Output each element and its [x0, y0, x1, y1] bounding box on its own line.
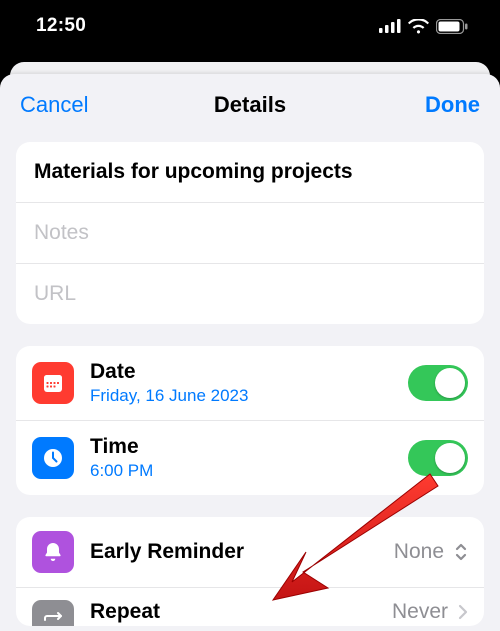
status-right	[379, 19, 468, 34]
chevron-right-icon	[458, 604, 468, 620]
bell-icon	[32, 531, 74, 573]
updown-chevron-icon	[454, 542, 468, 562]
time-row[interactable]: Time 6:00 PM	[16, 421, 484, 495]
time-value[interactable]: 6:00 PM	[90, 461, 408, 481]
repeat-label: Repeat	[90, 600, 392, 624]
early-reminder-label: Early Reminder	[90, 540, 394, 564]
nav-bar: Cancel Details Done	[0, 74, 500, 126]
date-toggle[interactable]	[408, 365, 468, 401]
done-button[interactable]: Done	[425, 92, 480, 117]
date-row[interactable]: Date Friday, 16 June 2023	[16, 346, 484, 421]
page-title: Details	[214, 92, 286, 118]
time-label: Time	[90, 435, 408, 459]
cancel-button[interactable]: Cancel	[20, 92, 88, 117]
status-bar: 12:50	[0, 0, 500, 52]
details-sheet: Cancel Details Done Materials for upcomi…	[0, 74, 500, 631]
content: Materials for upcoming projects Notes UR…	[0, 126, 500, 626]
early-reminder-value: None	[394, 540, 444, 564]
title-field[interactable]: Materials for upcoming projects	[16, 142, 484, 203]
reminder-card: Early Reminder None Repeat	[16, 517, 484, 626]
text-fields-card: Materials for upcoming projects Notes UR…	[16, 142, 484, 324]
battery-icon	[436, 19, 468, 34]
repeat-icon	[32, 600, 74, 626]
repeat-value: Never	[392, 600, 448, 624]
date-label: Date	[90, 360, 408, 384]
clock-icon	[32, 437, 74, 479]
signal-icon	[379, 19, 401, 33]
calendar-icon	[32, 362, 74, 404]
date-time-card: Date Friday, 16 June 2023 Time 6:00 PM	[16, 346, 484, 495]
date-value[interactable]: Friday, 16 June 2023	[90, 386, 408, 406]
repeat-row-clip: Repeat Never	[16, 588, 484, 626]
notes-field[interactable]: Notes	[16, 203, 484, 264]
status-time: 12:50	[36, 15, 86, 37]
url-field[interactable]: URL	[16, 264, 484, 324]
time-toggle[interactable]	[408, 440, 468, 476]
wifi-icon	[408, 19, 429, 34]
repeat-row[interactable]: Repeat Never	[16, 588, 484, 626]
early-reminder-row[interactable]: Early Reminder None	[16, 517, 484, 588]
